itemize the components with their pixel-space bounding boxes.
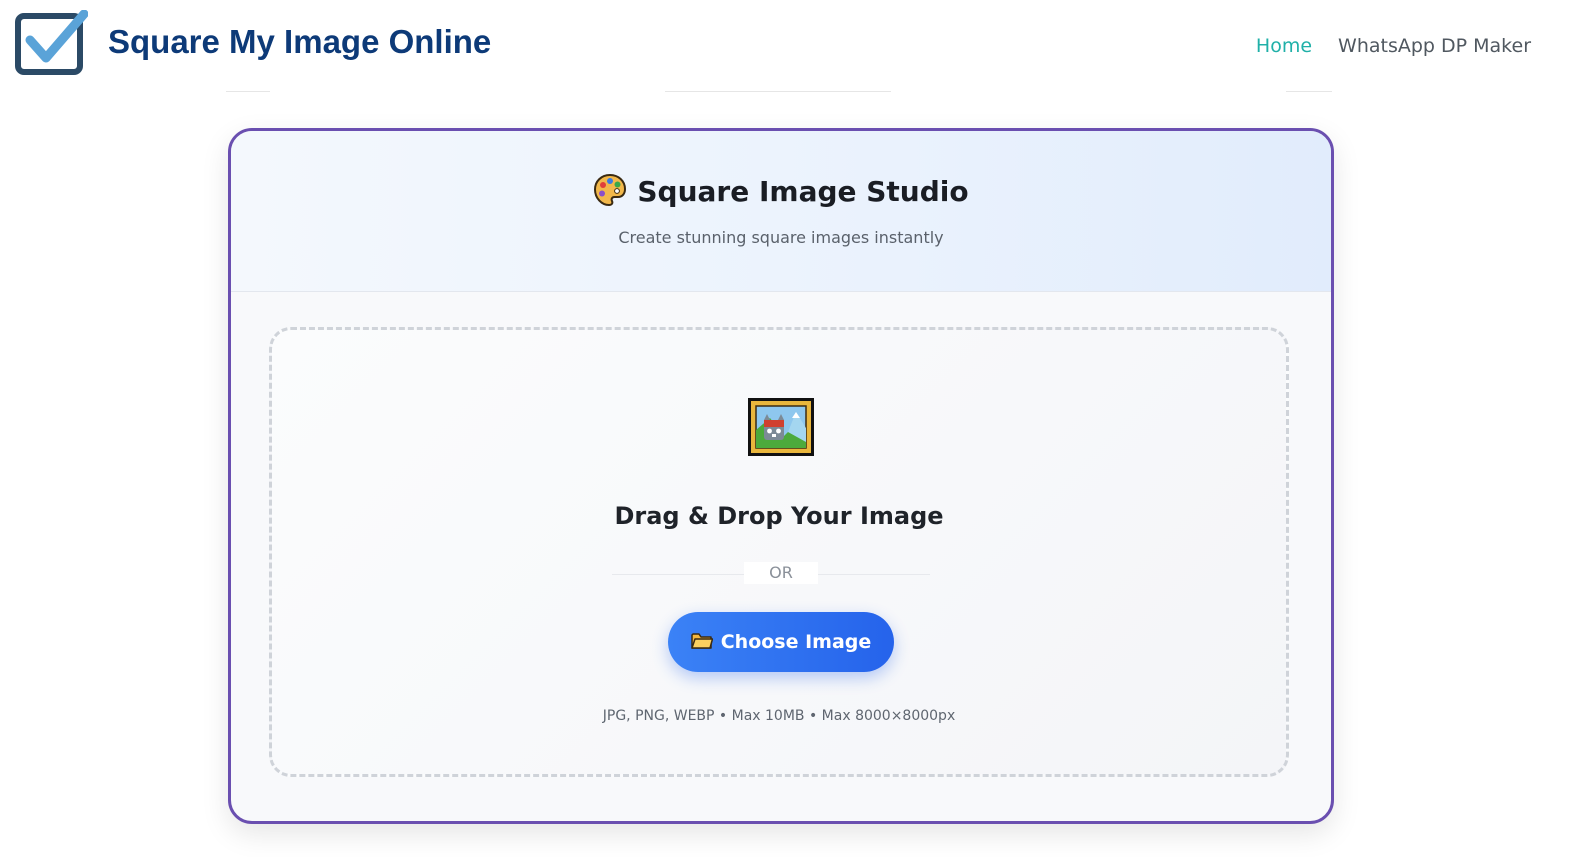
framed-picture-icon <box>748 398 814 456</box>
choose-image-label: Choose Image <box>720 631 872 653</box>
choose-image-button[interactable]: Choose Image <box>668 612 894 672</box>
site-title[interactable]: Square My Image Online <box>108 22 491 62</box>
header-divider <box>226 91 270 92</box>
dropzone-heading: Drag & Drop Your Image <box>614 502 944 530</box>
studio-subtitle: Create stunning square images instantly <box>618 228 944 247</box>
formats-hint: JPG, PNG, WEBP • Max 10MB • Max 8000×800… <box>602 708 956 724</box>
studio-card: Square Image Studio Create stunning squa… <box>228 128 1334 824</box>
header-divider <box>665 91 891 92</box>
header-divider <box>1286 91 1332 92</box>
checkbox-checked-icon[interactable] <box>14 10 88 76</box>
or-divider-line <box>612 574 744 575</box>
image-dropzone[interactable]: Drag & Drop Your Image OR Choose Image J… <box>269 327 1289 777</box>
or-divider-text: OR <box>744 562 818 584</box>
folder-icon <box>690 633 713 649</box>
or-divider-line <box>818 574 930 575</box>
studio-title-row: Square Image Studio <box>231 173 1331 210</box>
nav-whatsapp-dp-maker-link[interactable]: WhatsApp DP Maker <box>1338 32 1531 60</box>
studio-title-text: Square Image Studio <box>637 175 969 208</box>
site-header: Square My Image Online Home WhatsApp DP … <box>0 0 1595 92</box>
studio-card-header: Square Image Studio Create stunning squa… <box>231 131 1331 292</box>
palette-icon <box>594 173 627 207</box>
nav-home-link[interactable]: Home <box>1256 32 1312 60</box>
main-nav: Home WhatsApp DP Maker <box>1256 32 1531 60</box>
